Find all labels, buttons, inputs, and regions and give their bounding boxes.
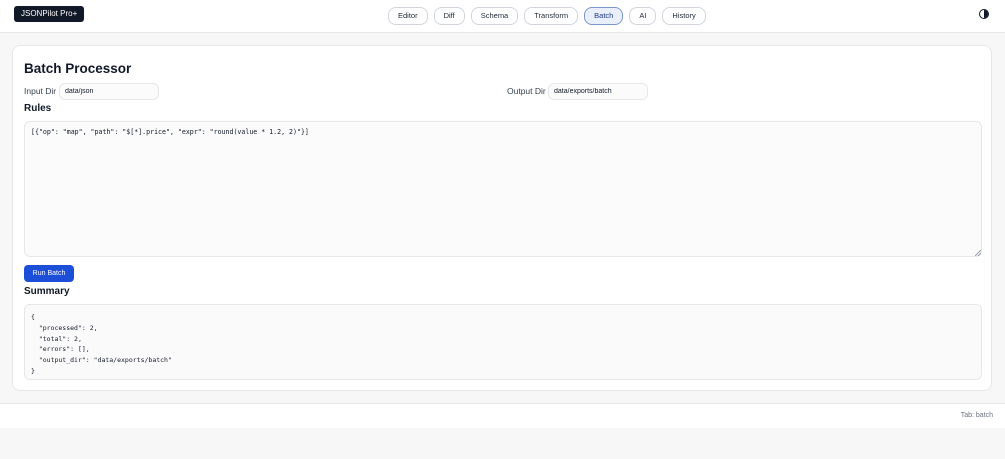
summary-output: { "processed": 2, "total": 2, "errors": … <box>24 304 982 380</box>
contrast-icon[interactable] <box>979 9 989 19</box>
run-batch-button[interactable]: Run Batch <box>24 265 74 282</box>
page-title: Batch Processor <box>24 61 132 76</box>
batch-processor-card: Batch Processor Input Dir Output Dir Rul… <box>12 45 992 391</box>
contrast-icon-fill <box>984 10 988 18</box>
summary-json: { "processed": 2, "total": 2, "errors": … <box>31 313 172 375</box>
summary-title: Summary <box>24 286 70 297</box>
output-dir-label: Output Dir <box>507 86 546 96</box>
tab-diff[interactable]: Diff <box>433 7 465 25</box>
status-text: Tab: batch <box>960 412 993 419</box>
tab-editor[interactable]: Editor <box>388 7 428 25</box>
input-dir-field[interactable] <box>59 83 159 100</box>
output-dir-field[interactable] <box>548 83 648 100</box>
status-bar: Tab: batch <box>0 403 1005 428</box>
rules-title: Rules <box>24 103 52 114</box>
tab-transform[interactable]: Transform <box>524 7 579 25</box>
input-dir-label: Input Dir <box>24 86 57 96</box>
rules-editor[interactable]: [{"op": "map", "path": "$[*].price", "ex… <box>24 121 982 257</box>
tab-batch[interactable]: Batch <box>584 7 624 25</box>
top-bar: JSONPilot Pro+ Editor Diff Schema Transf… <box>0 0 1005 33</box>
main-nav: Editor Diff Schema Transform Batch AI Hi… <box>388 7 706 25</box>
tab-history[interactable]: History <box>662 7 706 25</box>
brand-logo: JSONPilot Pro+ <box>14 6 85 22</box>
tab-ai[interactable]: AI <box>629 7 657 25</box>
resize-handle-icon[interactable] <box>975 250 981 256</box>
tab-schema[interactable]: Schema <box>470 7 519 25</box>
